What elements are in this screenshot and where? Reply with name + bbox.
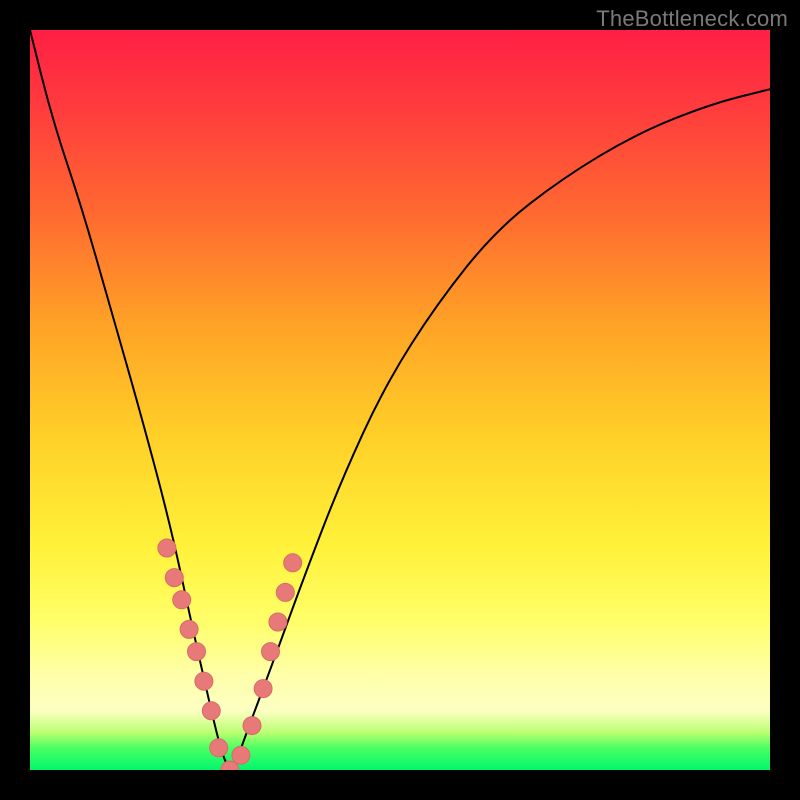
highlight-point	[269, 613, 287, 631]
chart-frame: TheBottleneck.com	[0, 0, 800, 800]
plot-area	[30, 30, 770, 770]
highlight-point	[180, 620, 198, 638]
watermark-text: TheBottleneck.com	[596, 6, 788, 32]
highlight-point	[276, 583, 294, 601]
highlight-point	[202, 702, 220, 720]
highlight-point	[284, 554, 302, 572]
highlight-point	[188, 643, 206, 661]
highlight-point	[243, 717, 261, 735]
highlight-point	[195, 672, 213, 690]
highlight-point	[232, 746, 250, 764]
highlight-point	[254, 680, 272, 698]
highlight-point	[158, 539, 176, 557]
highlight-point	[165, 569, 183, 587]
highlight-points-group	[158, 539, 302, 770]
highlight-point	[173, 591, 191, 609]
highlight-point	[262, 643, 280, 661]
bottleneck-curve	[30, 30, 770, 768]
highlight-point	[210, 739, 228, 757]
curve-svg	[30, 30, 770, 770]
highlight-point	[221, 761, 239, 770]
